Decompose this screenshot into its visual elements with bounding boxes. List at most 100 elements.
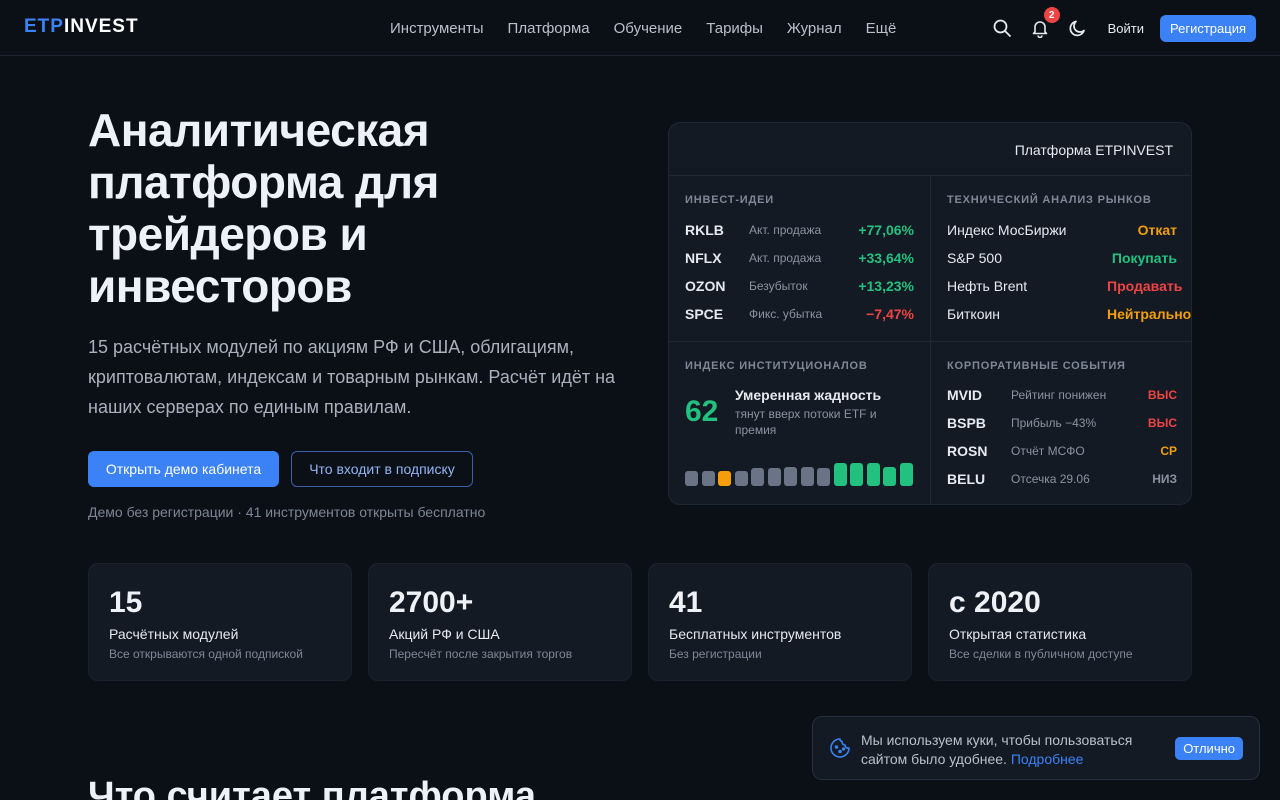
stat-card-modules: 15 Расчётных модулей Все открываются одн… bbox=[88, 563, 352, 681]
nav-item-learning[interactable]: Обучение bbox=[614, 20, 683, 37]
market-signal: Нейтрально bbox=[1107, 306, 1192, 322]
cookie-message: Мы используем куки, чтобы пользоваться с… bbox=[861, 732, 1133, 767]
market-row[interactable]: Нефть Brent Продавать bbox=[947, 276, 1183, 296]
stat-number: с 2020 bbox=[949, 586, 1041, 619]
sentiment-bar bbox=[800, 467, 814, 486]
cookie-accept-button[interactable]: Отлично bbox=[1175, 737, 1243, 760]
card-divider-horizontal bbox=[669, 341, 1191, 342]
idea-pct: −7,47% bbox=[866, 306, 914, 322]
stat-label: Открытая статистика bbox=[949, 626, 1087, 642]
stat-card-stocks: 2700+ Акций РФ и США Пересчёт после закр… bbox=[368, 563, 632, 681]
market-name: Нефть Brent bbox=[947, 278, 1028, 294]
nav-item-platform[interactable]: Платформа bbox=[508, 20, 590, 37]
market-signal: Откат bbox=[1137, 222, 1177, 238]
idea-row[interactable]: SPCE Фикс. убытка −7,47% bbox=[685, 304, 914, 324]
bell-icon[interactable]: 2 bbox=[1028, 7, 1060, 40]
stat-card-free-tools: 41 Бесплатных инструментов Без регистрац… bbox=[648, 563, 912, 681]
stat-number: 2700+ bbox=[389, 586, 474, 619]
sentiment-bar bbox=[866, 463, 880, 486]
nav-item-journal[interactable]: Журнал bbox=[787, 20, 842, 37]
event-row[interactable]: ROSN Отчёт МСФО СР bbox=[947, 441, 1177, 461]
register-button[interactable]: Регистрация bbox=[1160, 14, 1256, 42]
sentiment-bar bbox=[899, 463, 913, 486]
sentiment-bar bbox=[701, 471, 715, 486]
event-row[interactable]: BELU Отсечка 29.06 НИЗ bbox=[947, 469, 1177, 489]
idea-row[interactable]: OZON Безубыток +13,23% bbox=[685, 276, 914, 296]
market-name: Индекс МосБиржи bbox=[947, 222, 1067, 238]
subscription-button[interactable]: Что входит в подписку bbox=[291, 451, 473, 487]
market-row[interactable]: Биткоин Нейтрально bbox=[947, 304, 1192, 324]
event-level: СР bbox=[1160, 444, 1177, 458]
event-level: ВЫС bbox=[1147, 416, 1177, 430]
nav-item-instruments[interactable]: Инструменты bbox=[390, 20, 484, 37]
events-title: КОРПОРАТИВНЫЕ СОБЫТИЯ bbox=[947, 360, 1126, 372]
sentiment-bar bbox=[850, 463, 863, 486]
event-ticker: BSPB bbox=[947, 415, 986, 431]
idea-ticker: RKLB bbox=[685, 222, 724, 238]
idea-row[interactable]: RKLB Акт. продажа +77,06% bbox=[685, 220, 914, 240]
idea-ticker: NFLX bbox=[685, 250, 722, 266]
logo-part-invest: INVEST bbox=[63, 16, 139, 37]
event-row[interactable]: BSPB Прибыль −43% ВЫС bbox=[947, 413, 1177, 433]
idea-pct: +13,23% bbox=[858, 278, 914, 294]
open-demo-button[interactable]: Открыть демо кабинета bbox=[88, 451, 279, 487]
card-title: Платформа ETPINVEST bbox=[1014, 142, 1173, 158]
stat-subtitle: Все открываются одной подпиской bbox=[109, 647, 303, 661]
stat-label: Расчётных модулей bbox=[109, 626, 239, 642]
stat-subtitle: Все сделки в публичном доступе bbox=[949, 647, 1133, 661]
ideas-title: ИНВЕСТ-ИДЕИ bbox=[685, 194, 774, 206]
sentiment-bar bbox=[817, 468, 830, 486]
institutional-title: ИНДЕКС ИНСТИТУЦИОНАЛОВ bbox=[685, 360, 868, 372]
stat-subtitle: Пересчёт после закрытия торгов bbox=[389, 647, 573, 661]
platform-dashboard-card: Платформа ETPINVEST ИНВЕСТ-ИДЕИ RKLB Акт… bbox=[668, 122, 1192, 505]
stat-subtitle: Без регистрации bbox=[669, 647, 762, 661]
event-ticker: ROSN bbox=[947, 443, 988, 459]
event-row[interactable]: MVID Рейтинг понижен ВЫС bbox=[947, 385, 1177, 405]
stat-number: 41 bbox=[669, 586, 703, 619]
logo[interactable]: ETPINVEST bbox=[24, 16, 139, 38]
sentiment-bar bbox=[751, 468, 764, 486]
idea-status: Безубыток bbox=[749, 279, 808, 293]
idea-status: Акт. продажа bbox=[749, 251, 822, 265]
header-actions: 2 Войти Регистрация bbox=[990, 0, 1256, 56]
card-header: Платформа ETPINVEST bbox=[669, 123, 1191, 176]
sentiment-bar bbox=[784, 467, 797, 486]
market-signal: Продавать bbox=[1107, 278, 1183, 294]
login-link[interactable]: Войти bbox=[1108, 21, 1144, 36]
technical-title: ТЕХНИЧЕСКИЙ АНАЛИЗ РЫНКОВ bbox=[947, 194, 1152, 206]
main-nav: Инструменты Платформа Обучение Тарифы Жу… bbox=[390, 0, 896, 56]
hero-subtitle: 15 расчётных модулей по акциям РФ и США,… bbox=[88, 337, 616, 417]
idea-status: Акт. продажа bbox=[749, 223, 822, 237]
sentiment-bar bbox=[833, 463, 847, 486]
stat-label: Акций РФ и США bbox=[389, 626, 500, 642]
institutional-index-value: 62 bbox=[685, 395, 719, 428]
top-header: ETPINVEST Инструменты Платформа Обучение… bbox=[0, 0, 1280, 56]
sentiment-bar bbox=[767, 468, 781, 486]
notification-badge: 2 bbox=[1043, 7, 1060, 23]
hero-note: Демо без регистрации · 41 инструментов о… bbox=[88, 504, 486, 520]
section-heading: Что считает платформа bbox=[88, 775, 536, 800]
event-level: ВЫС bbox=[1147, 388, 1177, 402]
idea-pct: +33,64% bbox=[858, 250, 914, 266]
moon-icon[interactable] bbox=[1066, 16, 1090, 40]
market-row[interactable]: S&P 500 Покупать bbox=[947, 248, 1177, 268]
cookie-banner: Мы используем куки, чтобы пользоваться с… bbox=[812, 716, 1260, 780]
idea-row[interactable]: NFLX Акт. продажа +33,64% bbox=[685, 248, 914, 268]
event-level: НИЗ bbox=[1152, 472, 1177, 486]
nav-item-more[interactable]: Ещё bbox=[866, 20, 897, 37]
sentiment-label: Умеренная жадность bbox=[735, 387, 882, 403]
hero-title: Аналитическая платформа для трейдеров и … bbox=[88, 104, 439, 312]
logo-part-etp: ETP bbox=[24, 16, 64, 37]
market-signal: Покупать bbox=[1111, 250, 1177, 266]
event-text: Отсечка 29.06 bbox=[1011, 472, 1090, 486]
market-row[interactable]: Индекс МосБиржи Откат bbox=[947, 220, 1177, 240]
event-text: Рейтинг понижен bbox=[1011, 388, 1107, 402]
cookie-more-link[interactable]: Подробнее bbox=[1011, 751, 1084, 767]
sentiment-subtitle: тянут вверх потоки ETF и премия bbox=[735, 407, 877, 437]
idea-ticker: OZON bbox=[685, 278, 726, 294]
nav-item-pricing[interactable]: Тарифы bbox=[706, 20, 763, 37]
search-icon[interactable] bbox=[990, 16, 1014, 40]
market-name: Биткоин bbox=[947, 306, 1001, 322]
event-ticker: MVID bbox=[947, 387, 982, 403]
idea-ticker: SPCE bbox=[685, 306, 724, 322]
